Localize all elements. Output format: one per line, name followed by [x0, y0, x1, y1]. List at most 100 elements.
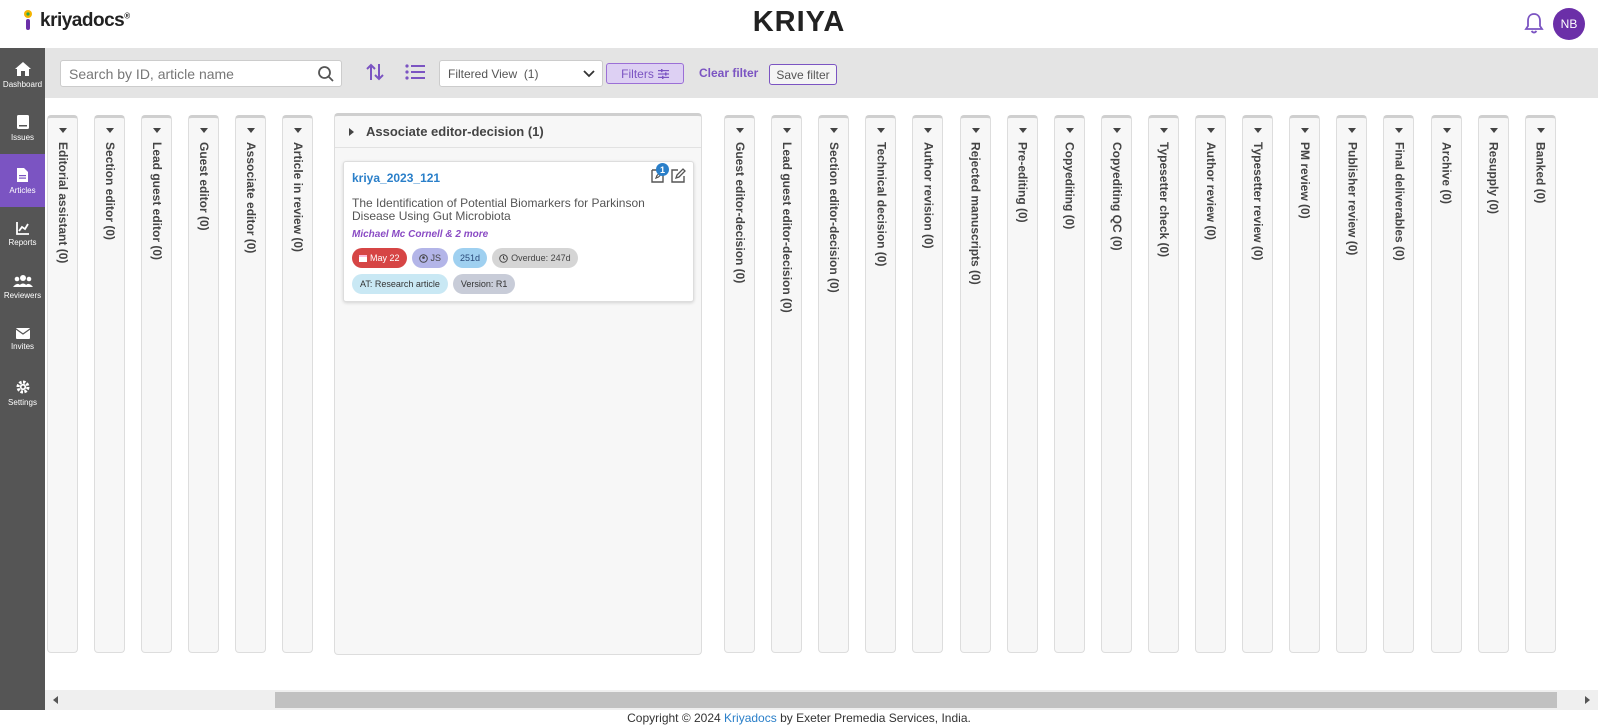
user-avatar[interactable]: NB — [1553, 8, 1585, 40]
document-icon — [17, 167, 28, 182]
column-caret-icon[interactable] — [1065, 128, 1074, 133]
sidebar-item-dashboard[interactable]: Dashboard — [0, 48, 45, 101]
column-caret-icon[interactable] — [924, 128, 933, 133]
save-filter-button[interactable]: Save filter — [769, 64, 837, 85]
days-chip: 251d — [453, 248, 488, 268]
column-pre-editing[interactable]: Pre-editing (0) — [1006, 115, 1038, 653]
sidebar-nav: Dashboard Issues Articles Reports Review… — [0, 48, 45, 710]
column-caret-icon[interactable] — [200, 128, 208, 133]
sidebar-item-settings[interactable]: Settings — [0, 366, 45, 419]
clear-filter-link[interactable]: Clear filter — [699, 66, 758, 80]
column-caret-icon[interactable] — [247, 128, 255, 133]
calendar-icon — [359, 255, 367, 262]
sidebar-item-articles[interactable]: Articles — [0, 154, 45, 207]
column-caret-icon[interactable] — [1489, 128, 1498, 133]
column-caret-icon[interactable] — [971, 128, 980, 133]
column-article-in-review[interactable]: Article in review (0) — [282, 115, 313, 653]
footer-kriyadocs-link[interactable]: Kriyadocs — [724, 711, 777, 725]
filters-button[interactable]: Filters — [606, 63, 684, 84]
column-caret-icon[interactable] — [1301, 128, 1310, 133]
column-caret-icon[interactable] — [1348, 128, 1357, 133]
column-caret-icon[interactable] — [1159, 128, 1168, 133]
column-typesetter-check[interactable]: Typesetter check (0) — [1147, 115, 1179, 653]
assignee-chip[interactable]: JS — [411, 248, 449, 268]
column-typesetter-review[interactable]: Typesetter review (0) — [1242, 115, 1274, 653]
home-icon — [14, 61, 31, 76]
sidebar-item-label: Reports — [8, 237, 37, 247]
sidebar-item-label: Dashboard — [2, 79, 43, 89]
column-caret-icon[interactable] — [736, 128, 744, 133]
scroll-left-arrow-icon[interactable] — [53, 696, 58, 704]
column-header[interactable]: Associate editor-decision (1) — [335, 116, 701, 148]
column-title: Guest editor (0) — [197, 142, 211, 231]
edit-icon[interactable] — [670, 168, 686, 184]
column-title: Archive (0) — [1439, 142, 1454, 205]
scrollbar-thumb[interactable] — [275, 692, 1557, 708]
column-guest-editor-decision[interactable]: Guest editor-decision (0) — [724, 115, 755, 653]
horizontal-scrollbar[interactable] — [45, 690, 1598, 710]
bell-icon[interactable] — [1524, 12, 1544, 34]
column-caret-icon[interactable] — [830, 128, 839, 133]
sort-icon[interactable] — [365, 62, 385, 82]
column-caret-icon[interactable] — [877, 128, 886, 133]
sidebar-item-reviewers[interactable]: Reviewers — [0, 260, 45, 313]
sidebar-item-label: Settings — [8, 397, 37, 407]
column-guest-editor[interactable]: Guest editor (0) — [188, 115, 219, 653]
list-view-icon[interactable] — [405, 64, 425, 80]
card-chips-secondary: AT: Research article Version: R1 — [352, 274, 516, 294]
column-lead-guest-editor-decision[interactable]: Lead guest editor-decision (0) — [771, 115, 803, 653]
column-caret-icon[interactable] — [1018, 128, 1027, 133]
column-caret-icon[interactable] — [294, 128, 302, 133]
view-select-label: Filtered View — [448, 67, 518, 81]
sidebar-item-reports[interactable]: Reports — [0, 207, 45, 260]
column-associate-editor[interactable]: Associate editor (0) — [235, 115, 266, 653]
search-input[interactable] — [61, 61, 301, 86]
column-caret-icon[interactable] — [1207, 128, 1215, 133]
column-caret-icon[interactable] — [1536, 128, 1545, 133]
column-archive[interactable]: Archive (0) — [1430, 115, 1462, 653]
column-technical-decision[interactable]: Technical decision (0) — [865, 115, 897, 653]
footer-company: by Exeter Premedia Services, India. — [780, 711, 971, 725]
column-caret-icon[interactable] — [106, 128, 114, 133]
sidebar-item-invites[interactable]: Invites — [0, 313, 45, 366]
column-banked[interactable]: Banked (0) — [1524, 115, 1556, 653]
column-section-editor-decision[interactable]: Section editor-decision (0) — [818, 115, 850, 653]
column-pm-review[interactable]: PM review (0) — [1289, 115, 1321, 653]
sliders-icon — [657, 68, 669, 79]
column-caret-icon[interactable] — [783, 128, 792, 133]
column-section-editor[interactable]: Section editor (0) — [94, 115, 125, 653]
column-publisher-review[interactable]: Publisher review (0) — [1336, 115, 1368, 653]
due-date-chip: May 22 — [352, 248, 407, 268]
column-final-deliverables[interactable]: Final deliverables (0) — [1383, 115, 1415, 653]
column-caret-icon[interactable] — [1112, 128, 1121, 133]
column-associate-editor-decision: Associate editor-decision (1) kriya_2023… — [334, 113, 702, 655]
sidebar-item-label: Issues — [10, 132, 35, 142]
column-caret-icon[interactable] — [1254, 128, 1263, 133]
column-caret-icon[interactable] — [1442, 128, 1451, 133]
card-chips: May 22 JS 251d Overdue: 247d — [352, 248, 578, 268]
column-author-review[interactable]: Author review (0) — [1195, 115, 1226, 653]
search-icon[interactable] — [317, 65, 335, 83]
column-editorial-assistant[interactable]: Editorial assistant (0) — [47, 115, 78, 653]
column-copyediting-qc[interactable]: Copyediting QC (0) — [1100, 115, 1132, 653]
scroll-right-arrow-icon[interactable] — [1585, 696, 1590, 704]
column-lead-guest-editor[interactable]: Lead guest editor (0) — [141, 115, 172, 653]
column-author-revision[interactable]: Author revision (0) — [912, 115, 944, 653]
notes-button[interactable]: 1 — [650, 163, 669, 189]
column-rejected-manuscripts[interactable]: Rejected manuscripts (0) — [959, 115, 991, 653]
card-actions: 1 — [650, 163, 686, 189]
sidebar-item-issues[interactable]: Issues — [0, 101, 45, 154]
article-id-link[interactable]: kriya_2023_121 — [352, 171, 440, 185]
view-select[interactable]: Filtered View (1) — [439, 60, 603, 87]
column-resupply[interactable]: Resupply (0) — [1477, 115, 1509, 653]
column-copyediting[interactable]: Copyediting (0) — [1053, 115, 1085, 653]
app-title: KRIYA — [752, 6, 846, 38]
column-caret-icon[interactable] — [59, 128, 67, 133]
column-title: Typesetter check (0) — [1156, 142, 1171, 258]
kanban-board: Editorial assistant (0) Section editor (0… — [45, 98, 1598, 690]
column-title: Rejected manuscripts (0) — [968, 142, 983, 285]
column-caret-icon[interactable] — [153, 128, 161, 133]
footer-copyright: Copyright © 2024 — [627, 711, 721, 725]
article-card[interactable]: kriya_2023_121 1 The Identification of P… — [343, 161, 694, 302]
column-caret-icon[interactable] — [1395, 128, 1404, 133]
